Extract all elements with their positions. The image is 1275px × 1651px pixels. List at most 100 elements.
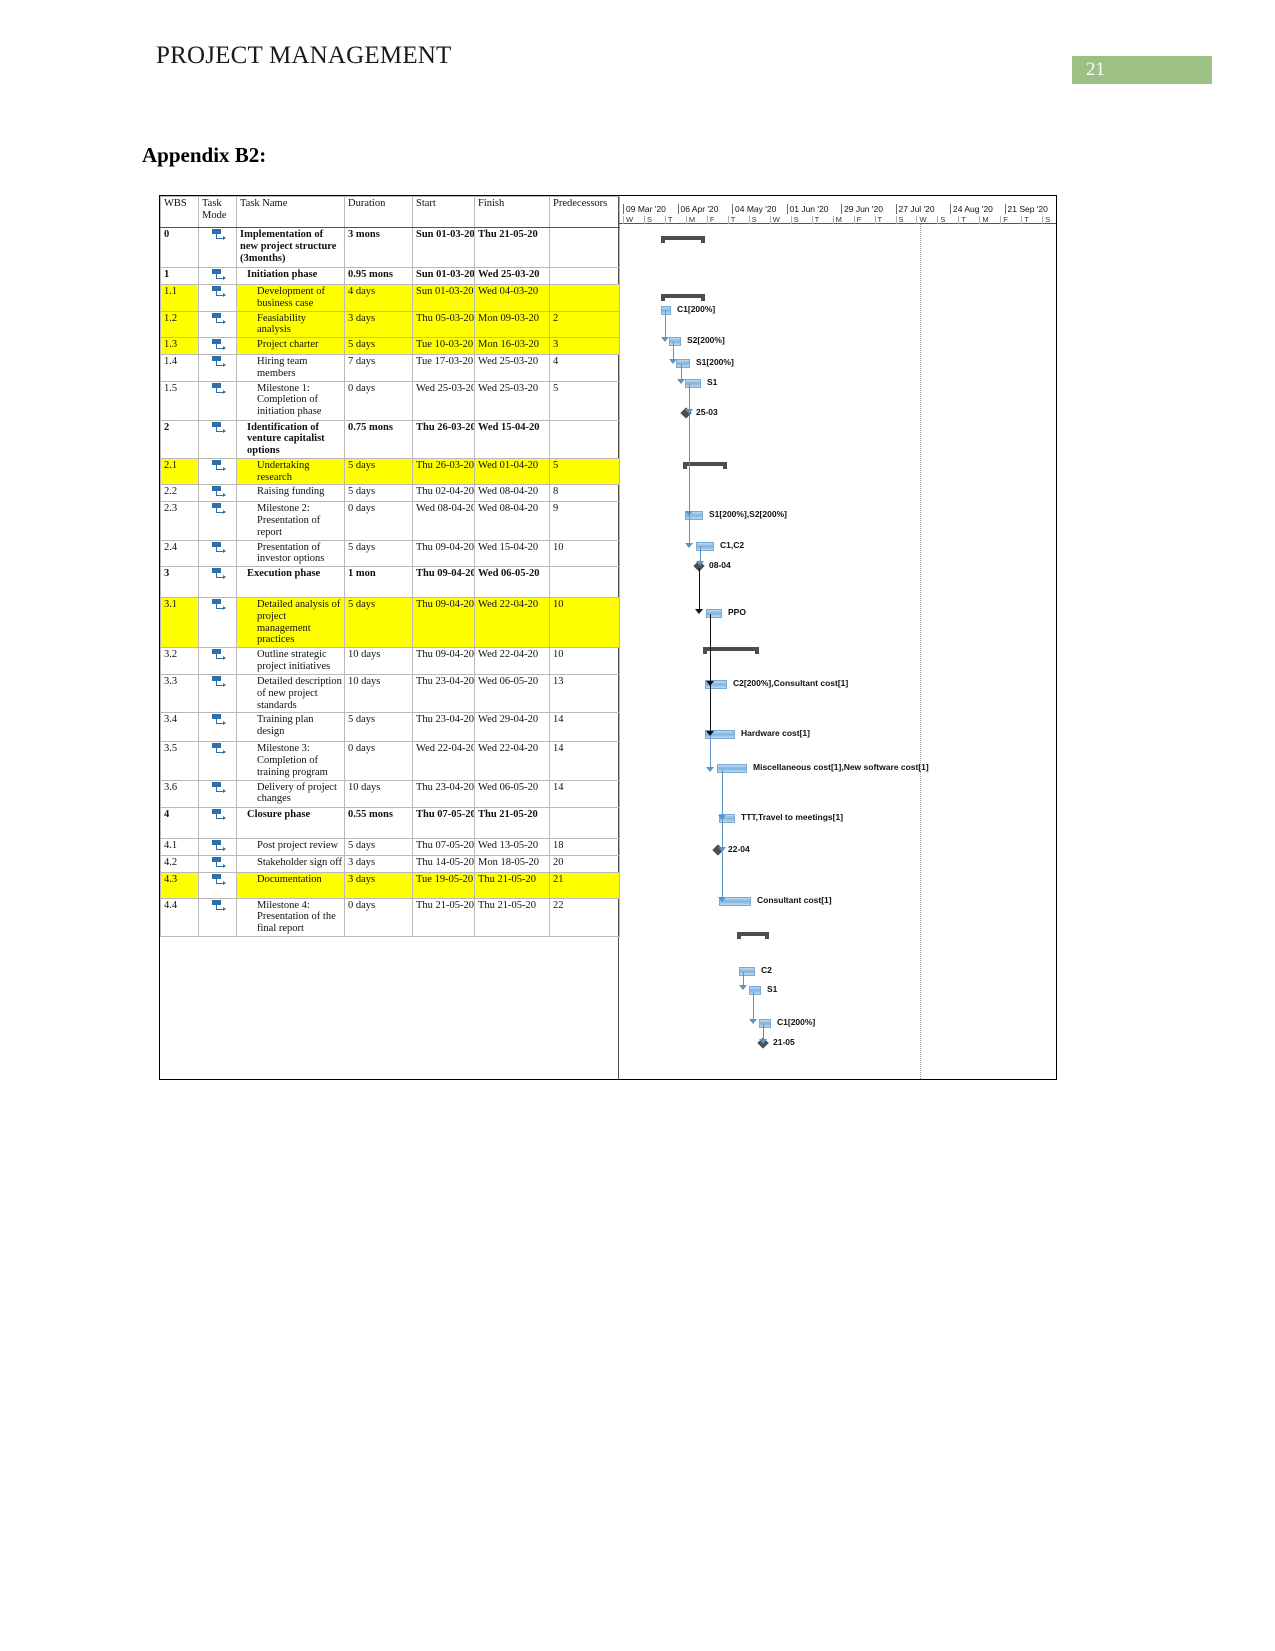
table-row[interactable]: 3.6 Delivery of project changes 10 days Thu… bbox=[160, 779, 620, 808]
cell-wbs: 2.3 bbox=[160, 501, 199, 541]
cell-start: Thu 23-04-20 bbox=[412, 712, 475, 743]
cell-wbs: 3.2 bbox=[160, 647, 199, 675]
table-row[interactable]: 2 Identification of venture capitalist op… bbox=[160, 419, 620, 459]
cell-task-name: Milestone 3: Completion of training prog… bbox=[236, 741, 345, 781]
table-row[interactable]: 3 Execution phase 1 mon Thu 09-04-20 Wed 06-… bbox=[160, 566, 620, 598]
cell-task-mode[interactable] bbox=[198, 227, 237, 268]
gantt-link-arrow bbox=[669, 359, 677, 364]
cell-task-mode[interactable] bbox=[198, 310, 237, 338]
cell-task-mode[interactable] bbox=[198, 337, 237, 355]
cell-task-name: Presentation of investor options bbox=[236, 539, 345, 567]
cell-duration: 3 days bbox=[344, 854, 413, 873]
cell-task-mode[interactable] bbox=[198, 419, 237, 459]
gantt-link-arrow bbox=[739, 985, 747, 990]
gantt-summary-bar[interactable] bbox=[661, 294, 705, 301]
gantt-task-bar[interactable] bbox=[685, 379, 701, 388]
cell-wbs: 2 bbox=[160, 419, 199, 459]
gantt-summary-bar[interactable] bbox=[737, 932, 769, 939]
cell-start: Thu 09-04-20 bbox=[412, 539, 475, 567]
cell-finish: Wed 06-05-20 bbox=[474, 673, 550, 714]
table-row[interactable]: 4.4 Milestone 4: Presentation of the fina… bbox=[160, 897, 620, 937]
timeline-body[interactable]: C1[200%] S2[200%] S1[200%] S1 25-03 S1[200%],… bbox=[619, 224, 1056, 1079]
cell-task-mode[interactable] bbox=[198, 380, 237, 421]
table-row[interactable]: 1.5 Milestone 1: Completion of initiation… bbox=[160, 380, 620, 421]
cell-task-mode[interactable] bbox=[198, 897, 237, 937]
cell-task-mode[interactable] bbox=[198, 354, 237, 382]
cell-task-mode[interactable] bbox=[198, 539, 237, 567]
gantt-task-bar[interactable] bbox=[706, 609, 722, 618]
table-row[interactable]: 1 Initiation phase 0.95 mons Sun 01-03-20 We… bbox=[160, 267, 620, 285]
table-row[interactable]: 2.3 Milestone 2: Presentation of report 0 … bbox=[160, 501, 620, 541]
gantt-task-bar[interactable] bbox=[739, 967, 755, 976]
gantt-link-arrow bbox=[718, 897, 726, 902]
table-row[interactable]: 4.1 Post project review 5 days Thu 07-05-20… bbox=[160, 837, 620, 856]
cell-duration: 5 days bbox=[344, 337, 413, 355]
table-row[interactable]: 2.2 Raising funding 5 days Thu 02-04-20 Wed … bbox=[160, 484, 620, 503]
gantt-bar-label: 25-03 bbox=[696, 407, 718, 417]
cell-task-mode[interactable] bbox=[198, 741, 237, 781]
cell-task-mode[interactable] bbox=[198, 267, 237, 285]
cell-start: Thu 26-03-20 bbox=[412, 457, 475, 486]
table-row[interactable]: 2.1 Undertaking research 5 days Thu 26-03-2… bbox=[160, 457, 620, 486]
cell-task-name: Initiation phase bbox=[236, 267, 345, 285]
cell-task-mode[interactable] bbox=[198, 501, 237, 541]
cell-task-mode[interactable] bbox=[198, 837, 237, 856]
table-row[interactable]: 1.3 Project charter 5 days Tue 10-03-20 Mon … bbox=[160, 337, 620, 355]
table-row[interactable]: 4.3 Documentation 3 days Tue 19-05-20 Thu 21… bbox=[160, 871, 620, 899]
table-row[interactable]: 1.4 Hiring team members 7 days Tue 17-03-20… bbox=[160, 354, 620, 382]
gantt-bar-label: C1[200%] bbox=[777, 1017, 816, 1027]
gantt-bar-label: S1[200%],S2[200%] bbox=[709, 509, 787, 519]
timeline-day-label: T bbox=[811, 216, 819, 224]
cell-task-mode[interactable] bbox=[198, 457, 237, 486]
gantt-task-bar[interactable] bbox=[676, 359, 690, 368]
table-row[interactable]: 4 Closure phase 0.55 mons Thu 07-05-20 Thu 2… bbox=[160, 806, 620, 839]
gantt-task-bar[interactable] bbox=[759, 1019, 771, 1028]
auto-schedule-icon bbox=[211, 568, 226, 579]
cell-task-mode[interactable] bbox=[198, 597, 237, 648]
table-row[interactable]: 2.4 Presentation of investor options 5 day… bbox=[160, 539, 620, 567]
cell-start: Wed 22-04-20 bbox=[412, 741, 475, 781]
cell-task-mode[interactable] bbox=[198, 673, 237, 714]
table-row[interactable]: 3.5 Milestone 3: Completion of training p… bbox=[160, 741, 620, 781]
gantt-task-bar[interactable] bbox=[696, 542, 714, 551]
table-row[interactable]: 3.3 Detailed description of new project s… bbox=[160, 673, 620, 714]
cell-task-mode[interactable] bbox=[198, 871, 237, 899]
table-row[interactable]: 4.2 Stakeholder sign off 3 days Thu 14-05-2… bbox=[160, 854, 620, 873]
cell-task-mode[interactable] bbox=[198, 484, 237, 503]
gantt-task-bar[interactable] bbox=[661, 306, 671, 315]
cell-finish: Wed 22-04-20 bbox=[474, 597, 550, 648]
gantt-bar-label: TTT,Travel to meetings[1] bbox=[741, 812, 844, 822]
cell-wbs: 2.1 bbox=[160, 457, 199, 486]
gantt-summary-bar[interactable] bbox=[703, 647, 759, 654]
cell-wbs: 4.2 bbox=[160, 854, 199, 873]
gantt-task-bar[interactable] bbox=[749, 986, 761, 995]
cell-predecessors bbox=[549, 806, 620, 839]
cell-task-mode[interactable] bbox=[198, 806, 237, 839]
timeline-month-label: 04 May '20 bbox=[732, 204, 776, 214]
table-row[interactable]: 3.1 Detailed analysis of project manageme… bbox=[160, 597, 620, 648]
cell-task-mode[interactable] bbox=[198, 712, 237, 743]
gantt-summary-bar[interactable] bbox=[661, 236, 705, 243]
gantt-chart: WBS Task Mode Task Name Duration Start F… bbox=[159, 195, 1057, 1080]
cell-task-name: Post project review bbox=[236, 837, 345, 856]
gantt-link-arrow bbox=[696, 561, 704, 566]
cell-task-mode[interactable] bbox=[198, 854, 237, 873]
gantt-bar-label: C2[200%],Consultant cost[1] bbox=[733, 678, 849, 688]
cell-predecessors: 5 bbox=[549, 457, 620, 486]
cell-task-mode[interactable] bbox=[198, 566, 237, 598]
table-row[interactable]: 1.2 Feasiability analysis 3 days Thu 05-03-… bbox=[160, 310, 620, 338]
cell-wbs: 4.3 bbox=[160, 871, 199, 899]
cell-task-mode[interactable] bbox=[198, 284, 237, 312]
cell-finish: Thu 21-05-20 bbox=[474, 897, 550, 937]
table-row[interactable]: 3.4 Training plan design 5 days Thu 23-04-2… bbox=[160, 712, 620, 743]
table-row[interactable]: 0 Implementation of new project structure… bbox=[160, 227, 620, 268]
cell-task-mode[interactable] bbox=[198, 647, 237, 675]
timeline-day-label: F bbox=[706, 216, 714, 224]
cell-task-mode[interactable] bbox=[198, 779, 237, 808]
gantt-task-bar[interactable] bbox=[669, 337, 681, 346]
cell-wbs: 4 bbox=[160, 806, 199, 839]
timeline-day-label: W bbox=[916, 216, 927, 224]
table-row[interactable]: 1.1 Development of business case 4 days Sun… bbox=[160, 284, 620, 312]
cell-predecessors: 2 bbox=[549, 310, 620, 338]
table-row[interactable]: 3.2 Outline strategic project initiatives… bbox=[160, 647, 620, 675]
